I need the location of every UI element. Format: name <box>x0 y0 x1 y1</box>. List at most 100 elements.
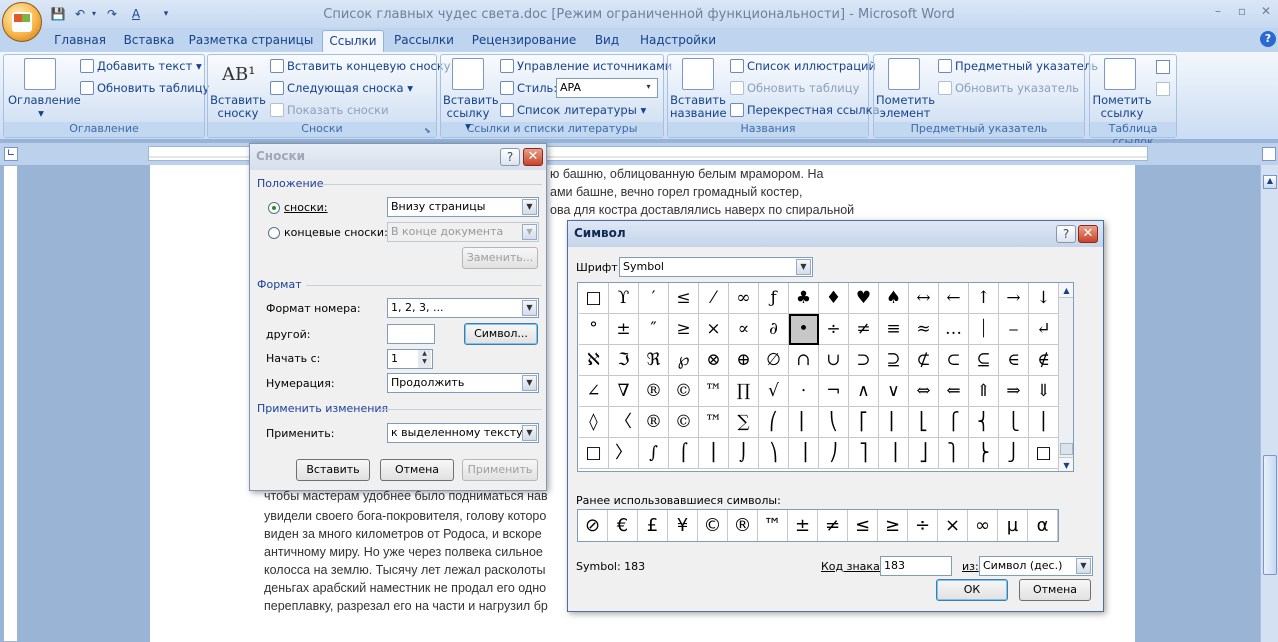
symbol-cell[interactable]: ¬ <box>819 376 849 407</box>
close-icon[interactable]: ✕ <box>523 148 543 166</box>
symbol-cell[interactable]: ⎞ <box>759 438 789 469</box>
symbol-cell[interactable]: ⎨ <box>969 407 999 438</box>
close-window-icon[interactable]: ✕ <box>1254 4 1278 22</box>
symbol-cell[interactable]: ≈ <box>909 314 939 345</box>
symbol-cell[interactable]: ⊃ <box>849 345 879 376</box>
symbol-cell[interactable]: ∧ <box>849 376 879 407</box>
symbol-cell[interactable]: ↓ <box>1029 283 1059 314</box>
symbol-cell[interactable]: ⊇ <box>879 345 909 376</box>
symbol-cell[interactable]: 〈 <box>609 407 639 438</box>
symbol-cell[interactable]: ⊕ <box>729 345 759 376</box>
recent-symbol-cell[interactable]: € <box>608 510 638 541</box>
replace-button[interactable]: Заменить... <box>462 247 538 269</box>
symbol-cell[interactable]: → <box>999 283 1029 314</box>
symbol-cell[interactable]: √ <box>759 376 789 407</box>
custom-mark-input[interactable] <box>387 324 435 344</box>
format-painter-icon[interactable]: A <box>128 6 144 22</box>
tab-review[interactable]: Рецензирование <box>468 30 580 52</box>
start-at-spinner[interactable]: 1 ▲ ▼ <box>387 349 433 369</box>
undo-dropdown-icon[interactable]: ▾ <box>86 6 102 22</box>
symbol-cell[interactable]: ⎠ <box>819 438 849 469</box>
symbol-cell[interactable]: □ <box>579 283 609 314</box>
bibliography-button[interactable]: Список литературы ▾ <box>500 103 646 117</box>
symbol-cell[interactable]: ♥ <box>849 283 879 314</box>
office-button[interactable] <box>2 2 42 42</box>
recent-symbol-cell[interactable]: £ <box>638 510 668 541</box>
apply-to-select[interactable]: к выделенному тексту ▼ <box>387 423 539 443</box>
grid-scrollbar[interactable]: ▲ ▼ <box>1058 283 1073 471</box>
symbol-cell[interactable]: ° <box>579 314 609 345</box>
recent-symbols[interactable]: ⊘ € £ ¥ © ® ™ ± ≠ ≤ ≥ ÷ × ∞ µ α <box>577 509 1059 542</box>
symbol-cell[interactable]: ® <box>639 376 669 407</box>
symbol-cell[interactable]: ⎛ <box>759 407 789 438</box>
vertical-ruler[interactable] <box>3 165 18 642</box>
symbol-cell[interactable]: ⎝ <box>819 407 849 438</box>
update-toa-icon[interactable] <box>1156 82 1170 96</box>
scroll-up-icon[interactable]: ▲ <box>1263 175 1277 189</box>
symbol-cell[interactable]: ℜ <box>639 345 669 376</box>
font-select[interactable]: Symbol ▼ <box>619 257 813 277</box>
symbol-cell[interactable]: ′ <box>639 283 669 314</box>
symbol-cell[interactable]: ⌡ <box>729 438 759 469</box>
symbol-cell[interactable]: ≡ <box>879 314 909 345</box>
endnotes-radio[interactable] <box>268 227 280 239</box>
insert-citation-button[interactable]: Вставить ссылку ▾ <box>443 94 499 133</box>
symbol-cell[interactable]: ∈ <box>999 345 1029 376</box>
symbol-cell[interactable]: ⊄ <box>909 345 939 376</box>
apply-button[interactable]: Применить <box>462 459 538 481</box>
symbol-cell[interactable]: ⎩ <box>999 407 1029 438</box>
table-of-figures-button[interactable]: Список иллюстраций <box>730 59 876 73</box>
tab-addins[interactable]: Надстройки <box>636 30 720 52</box>
symbol-cell[interactable]: ≠ <box>849 314 879 345</box>
cancel-button[interactable]: Отмена <box>380 459 454 481</box>
view-ruler-icon[interactable] <box>1262 147 1276 161</box>
recent-symbol-cell[interactable]: ™ <box>758 510 788 541</box>
symbol-cell[interactable]: • <box>789 314 819 345</box>
symbol-cell[interactable]: × <box>699 314 729 345</box>
symbol-cell[interactable]: ⏐ <box>969 314 999 345</box>
update-toc-button[interactable]: Обновить таблицу <box>80 81 209 95</box>
symbol-grid[interactable]: □ ϒ ′ ≤ ⁄ ∞ ƒ ♣ ♦ ♥ ♠ ↔ ← ↑ → ↓ ° ± ″ ≥ × ∝ ∂ • ÷ ≠ ≡ ≈… ⏐ ⎯ ↵ ℵ ℑ ℜ ℘ ⊗ ⊕ ∅ ∩… <box>577 282 1074 472</box>
endnotes-position-select[interactable]: В конце документа ▼ <box>387 222 539 242</box>
symbol-cell[interactable]: ↵ <box>1029 314 1059 345</box>
symbol-cell[interactable]: ≥ <box>669 314 699 345</box>
symbol-cell[interactable]: ± <box>609 314 639 345</box>
symbol-cell[interactable]: ⋅ <box>789 376 819 407</box>
add-text-button[interactable]: Добавить текст ▾ <box>80 59 202 73</box>
show-notes-button[interactable]: Показать сноски <box>270 103 389 117</box>
symbol-cell[interactable]: ⎪ <box>1029 407 1059 438</box>
toc-button[interactable]: Оглавление ▾ <box>8 94 81 120</box>
cancel-button[interactable]: Отмена <box>1019 579 1091 601</box>
symbol-cell[interactable]: ∏ <box>729 376 759 407</box>
symbol-cell[interactable]: ℑ <box>609 345 639 376</box>
symbol-cell[interactable]: ⎦ <box>909 438 939 469</box>
recent-symbol-cell[interactable]: ¥ <box>668 510 698 541</box>
symbol-cell[interactable]: ÷ <box>819 314 849 345</box>
symbol-cell[interactable]: ∇ <box>609 376 639 407</box>
tab-references[interactable]: Ссылки <box>322 30 384 52</box>
symbol-cell[interactable]: ⊆ <box>969 345 999 376</box>
symbol-cell[interactable]: ⊂ <box>939 345 969 376</box>
recent-symbol-cell[interactable]: ≠ <box>818 510 848 541</box>
symbol-cell[interactable]: … <box>939 314 969 345</box>
symbol-cell[interactable]: ∑ <box>729 407 759 438</box>
symbol-button[interactable]: Символ... <box>464 323 538 345</box>
mark-entry-button[interactable]: Пометить элемент <box>876 94 935 120</box>
footnotes-position-select[interactable]: Внизу страницы ▼ <box>387 197 539 217</box>
help-icon[interactable]: ? <box>1056 225 1076 243</box>
minimize-icon[interactable]: – <box>1206 4 1230 22</box>
symbol-cell[interactable]: © <box>669 407 699 438</box>
cross-reference-button[interactable]: Перекрестная ссылка <box>730 103 880 117</box>
symbol-cell[interactable]: ⇓ <box>1029 376 1059 407</box>
insert-toa-icon[interactable] <box>1156 60 1170 74</box>
style-select[interactable]: APA ▾ <box>556 78 658 98</box>
customize-toolbar-icon[interactable]: ▾ <box>158 6 174 22</box>
symbol-cell[interactable]: ⎡ <box>849 407 879 438</box>
tab-mailings[interactable]: Рассылки <box>392 30 456 52</box>
scroll-up-icon[interactable]: ▲ <box>1059 283 1073 298</box>
symbol-cell[interactable]: ⁄ <box>699 283 729 314</box>
recent-symbol-cell[interactable]: ® <box>728 510 758 541</box>
recent-symbol-cell[interactable]: × <box>938 510 968 541</box>
recent-symbol-cell[interactable]: ÷ <box>908 510 938 541</box>
save-icon[interactable]: 💾 <box>50 6 66 22</box>
